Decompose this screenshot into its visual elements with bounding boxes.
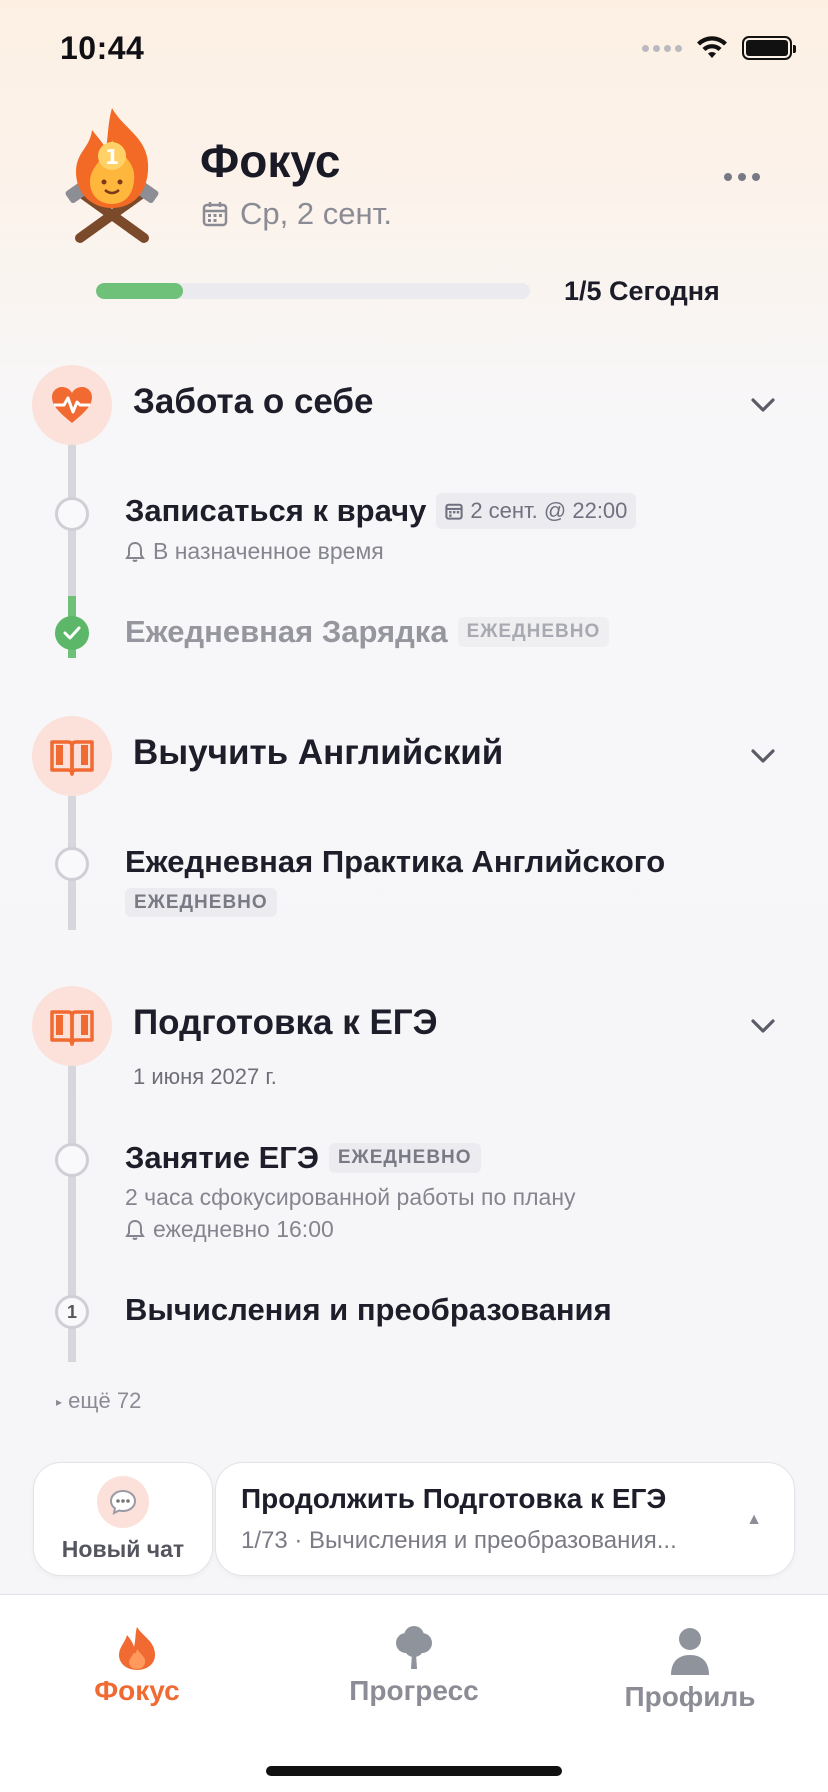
task-checkbox[interactable] [55, 497, 89, 531]
page-title: Фокус [200, 135, 341, 187]
campfire-mascot-icon: 1 [52, 100, 172, 250]
home-indicator [266, 1766, 562, 1776]
expand-up-icon[interactable]: ▲ [746, 1511, 762, 1529]
wifi-icon [697, 36, 727, 58]
flame-icon [119, 1627, 155, 1670]
tab-progress[interactable]: Прогресс [314, 1625, 514, 1707]
task-row-english-practice[interactable]: Ежедневная Практика Английского [125, 844, 665, 880]
status-time: 10:44 [60, 30, 145, 66]
group-title-self-care[interactable]: Забота о себе [133, 382, 374, 422]
task-checkbox[interactable] [55, 1143, 89, 1177]
tab-profile[interactable]: Профиль [590, 1625, 790, 1713]
task-checkbox[interactable] [55, 847, 89, 881]
group-icon-exam [32, 986, 112, 1066]
calendar-icon [202, 202, 228, 227]
svg-text:1: 1 [105, 145, 119, 169]
heart-pulse-icon [52, 387, 92, 423]
new-chat-button[interactable]: Новый чат [33, 1462, 213, 1576]
show-more-link[interactable]: ▸ ещё 72 [56, 1388, 141, 1414]
task-recurrence: ЕЖЕДНЕВНО [125, 888, 277, 917]
daily-progress-bar [96, 283, 530, 299]
daily-progress-fill [96, 283, 183, 299]
task-title: Ежедневная Практика Английского [125, 844, 666, 879]
person-icon [671, 1628, 709, 1675]
task-row-calculations[interactable]: Вычисления и преобразования [125, 1292, 612, 1328]
group-deadline: 1 июня 2027 г. [133, 1064, 277, 1089]
task-reminder-text: В назначенное время [153, 538, 384, 564]
due-date-text: 2 сент. @ 22:00 [470, 498, 628, 523]
recurrence-badge: ЕЖЕДНЕВНО [328, 1143, 481, 1173]
tab-label: Прогресс [349, 1675, 479, 1706]
tab-label: Профиль [624, 1681, 756, 1712]
new-chat-label: Новый чат [61, 1535, 185, 1562]
task-reminder-text: ежедневно 16:00 [153, 1216, 334, 1242]
task-reminder: ежедневно 16:00 [125, 1216, 334, 1243]
task-description: 2 часа сфокусированной работы по плану [125, 1184, 576, 1210]
daily-progress-label: 1/5 Сегодня [564, 276, 720, 306]
book-icon [50, 1010, 94, 1046]
status-icons [642, 36, 796, 60]
triangle-right-icon: ▸ [56, 1395, 63, 1410]
task-title: Записаться к врачу [125, 493, 427, 528]
chat-bubble-icon [97, 1475, 149, 1528]
task-row-exercise[interactable]: Ежедневная Зарядка ЕЖЕДНЕВНО [125, 614, 610, 650]
task-title: Ежедневная Зарядка [125, 614, 448, 649]
task-step-number[interactable]: 1 [55, 1295, 89, 1329]
task-title: Занятие ЕГЭ [125, 1140, 319, 1175]
bell-icon [125, 1219, 145, 1240]
task-reminder: В назначенное время [125, 538, 384, 565]
continue-subtitle: 1/73 · Вычисления и преобразования... [241, 1527, 677, 1554]
checkmark-icon [63, 626, 81, 640]
calendar-icon [445, 503, 463, 520]
due-date-chip: 2 сент. @ 22:00 [436, 493, 637, 529]
more-options-button[interactable] [712, 152, 772, 202]
chevron-down-icon[interactable] [748, 390, 778, 420]
tab-bar: Фокус Прогресс Профиль [0, 1594, 828, 1792]
task-checkbox-checked[interactable] [55, 616, 89, 650]
battery-icon [742, 36, 796, 60]
task-row-doctor[interactable]: Записаться к врачу 2 сент. @ 22:00 [125, 493, 637, 529]
continue-plan-button[interactable]: Продолжить Подготовка к ЕГЭ 1/73 · Вычис… [215, 1462, 795, 1576]
chevron-down-icon[interactable] [748, 741, 778, 771]
group-title-english[interactable]: Выучить Английский [133, 733, 503, 773]
tab-focus[interactable]: Фокус [37, 1625, 237, 1707]
group-icon-english [32, 716, 112, 796]
group-icon-self-care [32, 365, 112, 445]
tab-label: Фокус [94, 1675, 180, 1706]
recurrence-badge: ЕЖЕДНЕВНО [125, 888, 277, 917]
recurrence-badge: ЕЖЕДНЕВНО [457, 617, 610, 647]
continue-title: Продолжить Подготовка к ЕГЭ [241, 1483, 667, 1514]
header-date-text: Ср, 2 сент. [240, 196, 392, 231]
signal-icon [642, 44, 682, 52]
task-row-exam-session[interactable]: Занятие ЕГЭ ЕЖЕДНЕВНО [125, 1140, 481, 1176]
show-more-text: ещё 72 [68, 1388, 142, 1413]
task-title: Вычисления и преобразования [125, 1292, 612, 1327]
book-icon [50, 740, 94, 776]
tree-icon [396, 1626, 432, 1669]
bell-icon [125, 541, 145, 562]
group-title-exam[interactable]: Подготовка к ЕГЭ [133, 1003, 438, 1043]
header-date: Ср, 2 сент. [202, 196, 392, 232]
chevron-down-icon[interactable] [748, 1011, 778, 1041]
